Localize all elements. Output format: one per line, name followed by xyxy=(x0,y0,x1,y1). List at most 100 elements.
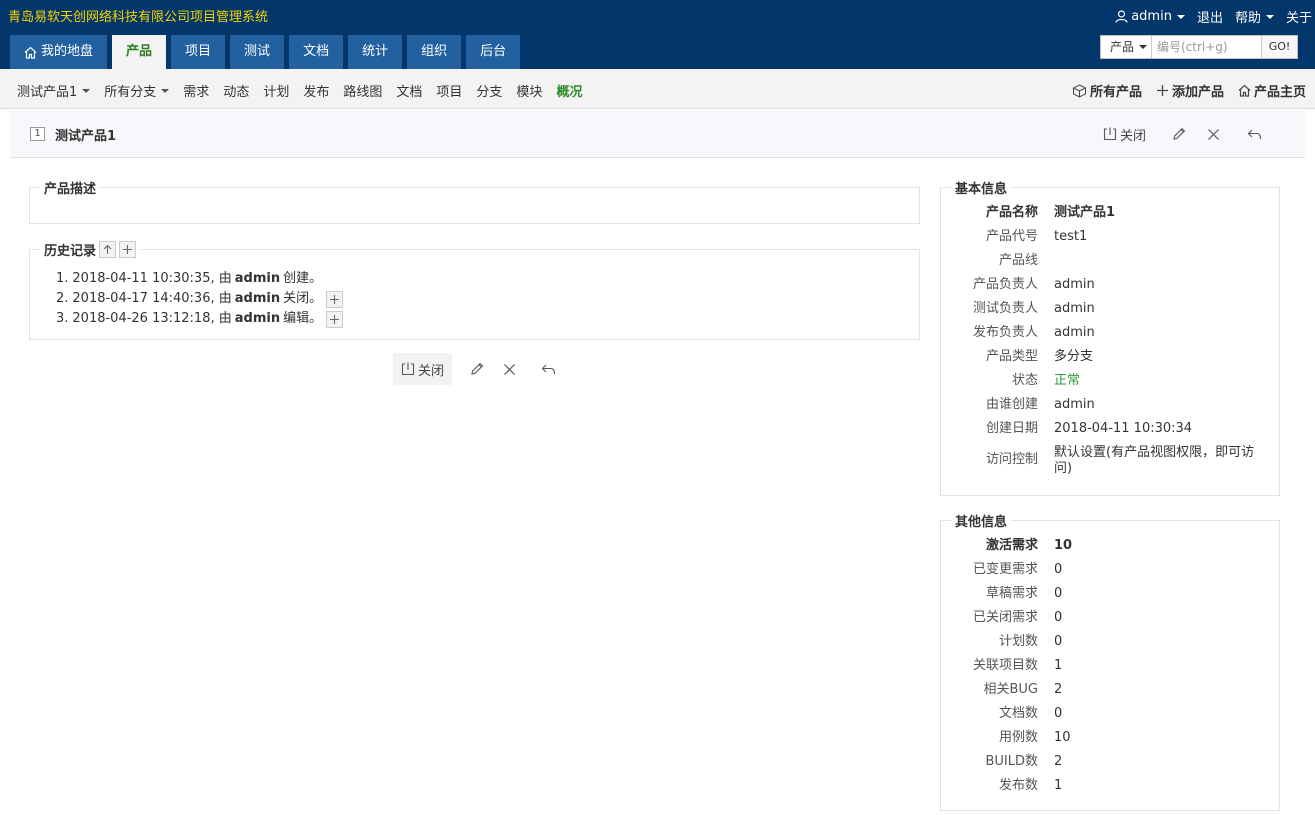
home-icon xyxy=(24,46,37,59)
back-arrow-icon xyxy=(541,364,556,374)
info-key: 关联项目数 xyxy=(972,658,1038,673)
history-entry: 3. 2018-04-26 13:12:18, 由 admin 编辑。 xyxy=(56,309,919,329)
info-row: 相关BUG 2 xyxy=(941,678,1279,702)
cube-icon xyxy=(1072,83,1086,98)
info-key: 测试负责人 xyxy=(972,301,1038,316)
nav-tab-project[interactable]: 项目 xyxy=(171,35,226,69)
caret-down-icon xyxy=(82,88,91,93)
info-row: 发布负责人 admin xyxy=(941,321,1279,345)
history-time: 2018-04-26 13:12:18, 由 xyxy=(72,311,232,326)
back-button[interactable] xyxy=(541,358,559,380)
section-legend: 其他信息 xyxy=(955,515,1008,530)
product-description-section: 产品描述 xyxy=(29,178,920,224)
info-value: 2 xyxy=(1054,754,1063,769)
search-go-button[interactable]: GO! xyxy=(1261,36,1297,58)
info-value: admin xyxy=(1054,277,1095,292)
top-user-nav: admin 退出 帮助 关于 xyxy=(1103,7,1312,26)
info-key: 创建日期 xyxy=(985,421,1038,436)
info-value: 0 xyxy=(1054,610,1063,625)
add-product-link[interactable]: 添加产品 xyxy=(1156,81,1224,100)
info-key: 由谁创建 xyxy=(985,397,1038,412)
help-label: 帮助 xyxy=(1234,11,1261,26)
page-title-bar: 1 测试产品1 关闭 xyxy=(10,110,1305,158)
branch-selector[interactable]: 所有分支 xyxy=(104,81,170,100)
search-type-select[interactable]: 产品 xyxy=(1101,36,1152,58)
info-row: 文档数 0 xyxy=(941,702,1279,726)
home-icon xyxy=(1238,84,1251,97)
info-value: 0 xyxy=(1054,706,1063,721)
info-value: 默认设置(有产品视图权限，即可访问) xyxy=(1054,445,1255,476)
subnav-item-view[interactable]: 概况 xyxy=(556,81,582,100)
about-link[interactable]: 关于 xyxy=(1286,7,1312,26)
info-value: 2 xyxy=(1054,682,1063,697)
close-product-button[interactable]: 关闭 xyxy=(393,353,453,385)
expand-all-button[interactable] xyxy=(119,241,137,258)
all-products-link[interactable]: 所有产品 xyxy=(1072,81,1142,100)
product-selector[interactable]: 测试产品1 xyxy=(17,81,91,100)
subnav-item-dynamic[interactable]: 动态 xyxy=(223,81,249,100)
history-user: admin xyxy=(234,271,281,286)
subnav-item-release[interactable]: 发布 xyxy=(303,81,329,100)
product-selector-label: 测试产品1 xyxy=(17,85,78,100)
subnav-item-module[interactable]: 模块 xyxy=(516,81,542,100)
nav-tab-label: 项目 xyxy=(185,44,212,59)
subnav-item-roadmap[interactable]: 路线图 xyxy=(343,81,382,100)
delete-button[interactable] xyxy=(503,358,519,380)
info-value: 1 xyxy=(1054,778,1063,793)
info-value: admin xyxy=(1054,325,1095,340)
history-user: admin xyxy=(234,311,281,326)
product-home-link[interactable]: 产品主页 xyxy=(1238,81,1306,100)
close-icon xyxy=(504,363,515,375)
subnav-item-project[interactable]: 项目 xyxy=(436,81,462,100)
reverse-order-button[interactable] xyxy=(99,241,117,258)
app-header: 青岛易软天创网络科技有限公司项目管理系统 admin 退出 帮助 关于 我的地盘… xyxy=(0,0,1315,69)
info-row: 激活需求 10 xyxy=(941,534,1279,558)
nav-tab-my[interactable]: 我的地盘 xyxy=(10,35,108,69)
power-off-icon xyxy=(1103,127,1117,141)
info-value: admin xyxy=(1054,301,1095,316)
delete-button[interactable] xyxy=(1207,123,1223,145)
close-icon xyxy=(1208,128,1219,140)
history-index: 2. xyxy=(56,291,69,306)
subnav-item-plan[interactable]: 计划 xyxy=(263,81,289,100)
nav-tab-label: 后台 xyxy=(480,44,507,59)
subnav-item-branch[interactable]: 分支 xyxy=(476,81,502,100)
back-button[interactable] xyxy=(1247,123,1265,145)
page-title: 测试产品1 xyxy=(55,129,117,144)
nav-tab-doc[interactable]: 文档 xyxy=(289,35,344,69)
info-row: 测试负责人 admin xyxy=(941,297,1279,321)
info-row: 状态 正常 xyxy=(941,369,1279,393)
nav-tab-admin[interactable]: 后台 xyxy=(466,35,521,69)
subnav-item-story[interactable]: 需求 xyxy=(183,81,209,100)
info-row: 由谁创建 admin xyxy=(941,393,1279,417)
info-row: 产品线 xyxy=(941,249,1279,273)
logout-link[interactable]: 退出 xyxy=(1197,7,1223,26)
nav-tab-label: 测试 xyxy=(244,44,271,59)
expand-history-button[interactable] xyxy=(326,310,344,328)
expand-history-button[interactable] xyxy=(326,290,344,308)
user-name: admin xyxy=(1131,9,1172,24)
nav-tab-qa[interactable]: 测试 xyxy=(230,35,285,69)
main-nav: 我的地盘 产品 项目 测试 文档 统计 组织 后台 xyxy=(10,35,525,69)
sub-nav-right: 所有产品 添加产品 产品主页 xyxy=(1058,81,1306,100)
info-value: 0 xyxy=(1054,586,1063,601)
help-menu[interactable]: 帮助 xyxy=(1235,7,1274,26)
subnav-item-doc[interactable]: 文档 xyxy=(396,81,422,100)
info-row: 产品名称 测试产品1 xyxy=(941,201,1279,225)
nav-tab-report[interactable]: 统计 xyxy=(348,35,403,69)
nav-tab-company[interactable]: 组织 xyxy=(407,35,462,69)
user-menu[interactable]: admin xyxy=(1115,9,1185,24)
edit-button[interactable] xyxy=(470,358,487,380)
search-input[interactable] xyxy=(1152,36,1261,58)
info-row: 产品代号 test1 xyxy=(941,225,1279,249)
nav-tab-product[interactable]: 产品 xyxy=(112,35,167,69)
history-time: 2018-04-17 14:40:36, 由 xyxy=(72,291,232,306)
close-product-button[interactable]: 关闭 xyxy=(1103,123,1146,145)
back-arrow-icon xyxy=(1247,129,1262,139)
info-key: 产品负责人 xyxy=(972,277,1038,292)
other-info-section: 其他信息 激活需求 10 已变更需求 0 草稿需求 0 已关闭需求 0 计划数 0 关联项… xyxy=(940,511,1280,811)
info-value: 2018-04-11 10:30:34 xyxy=(1054,421,1193,436)
search-bar: 产品 GO! xyxy=(1100,35,1298,59)
history-entry: 2. 2018-04-17 14:40:36, 由 admin 关闭。 xyxy=(56,289,919,309)
edit-button[interactable] xyxy=(1172,123,1189,145)
